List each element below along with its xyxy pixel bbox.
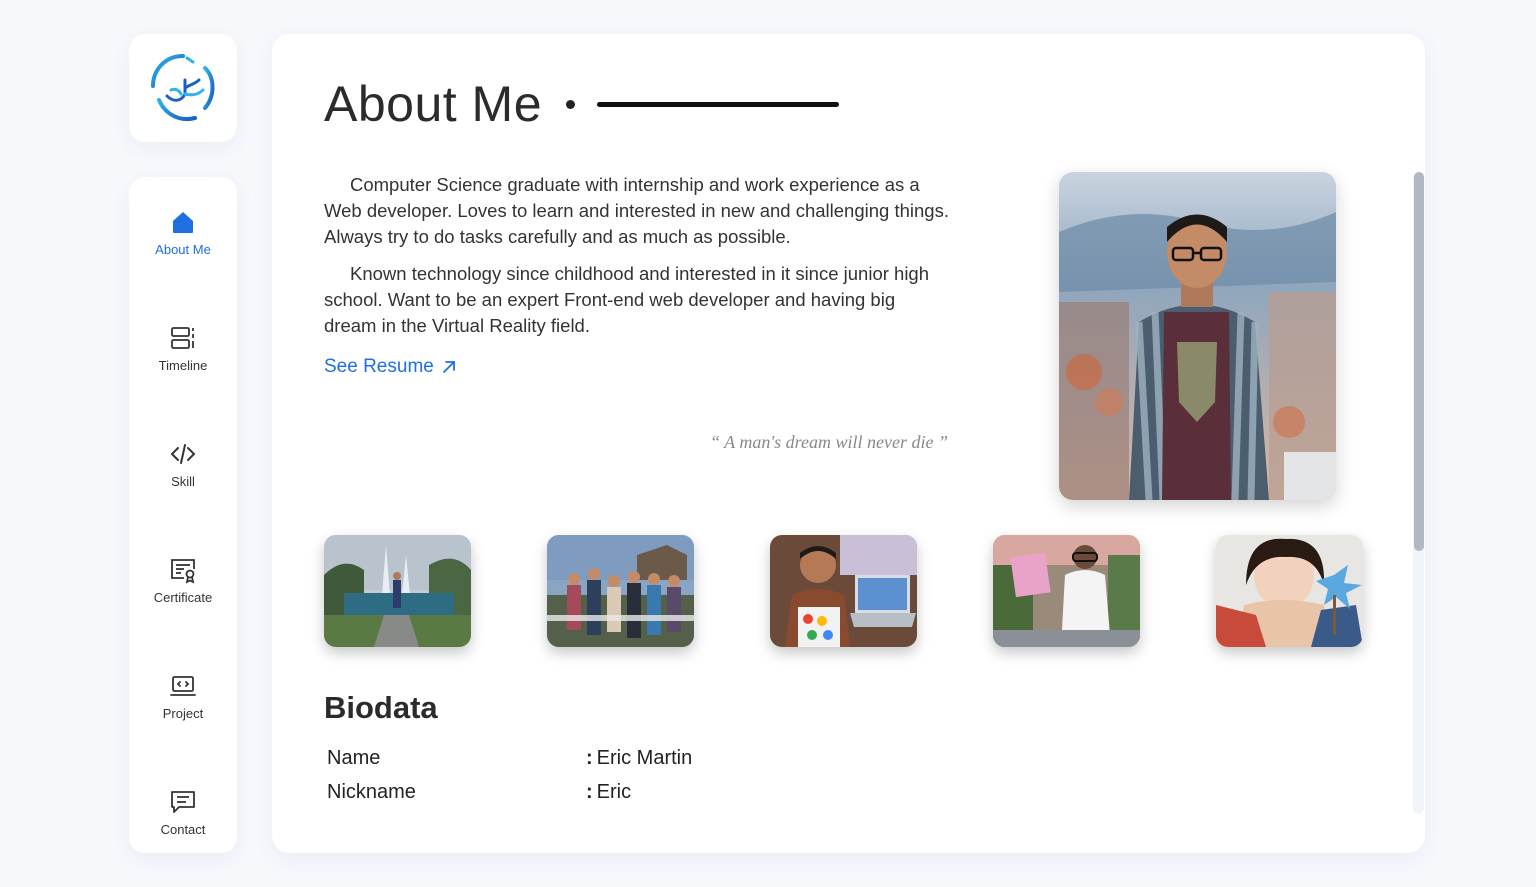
arrow-up-right-icon	[442, 361, 455, 373]
nav-label: Skill	[171, 473, 195, 489]
see-resume-link[interactable]: See Resume	[324, 356, 456, 378]
biodata-value: Eric Martin	[596, 747, 693, 769]
nav-label: Contact	[160, 821, 206, 837]
nav-item-timeline[interactable]: Timeline	[129, 313, 237, 383]
nav-item-contact[interactable]: Contact	[129, 777, 237, 847]
logo-card[interactable]	[129, 34, 237, 142]
title-row: About Me	[324, 74, 840, 134]
see-resume-label: See Resume	[324, 356, 434, 377]
about-paragraph-1: Computer Science graduate with internshi…	[324, 174, 949, 247]
biodata-value: Eric	[596, 781, 632, 803]
tree-circle-logo-icon	[151, 54, 215, 121]
sidebar-nav: About Me Timeline Skill Certificate Proj…	[129, 177, 237, 853]
certificate-icon	[171, 558, 195, 584]
gallery-photo-1[interactable]	[324, 535, 471, 647]
nav-label: About Me	[155, 241, 211, 257]
gallery-photo-2[interactable]	[547, 535, 694, 647]
home-icon	[173, 211, 193, 233]
gallery-photo-3[interactable]	[770, 535, 917, 647]
gallery-photo-4[interactable]	[993, 535, 1140, 647]
biodata-title: Biodata	[324, 690, 438, 725]
chat-icon	[171, 790, 195, 813]
biodata-colon: :	[586, 781, 593, 803]
biodata-row-name: Name : Eric Martin	[327, 747, 692, 770]
quote: “ A man's dream will never die ”	[709, 432, 948, 452]
profile-photo	[1059, 172, 1336, 500]
biodata-key: Name	[327, 747, 381, 769]
biodata-colon: :	[586, 747, 593, 769]
title-dot-decoration	[566, 99, 576, 109]
scrollbar-thumb[interactable]	[1414, 172, 1424, 551]
biodata-key: Nickname	[327, 781, 416, 803]
laptop-code-icon	[170, 675, 196, 696]
nav-item-skill[interactable]: Skill	[129, 429, 237, 499]
timeline-icon	[171, 326, 194, 349]
code-icon	[170, 443, 196, 464]
nav-item-project[interactable]: Project	[129, 661, 237, 731]
about-paragraph-2: Known technology since childhood and int…	[324, 263, 930, 336]
nav-label: Certificate	[153, 589, 213, 605]
title-underline-decoration	[597, 101, 840, 107]
biodata-row-nickname: Nickname : Eric	[327, 781, 631, 804]
nav-label: Project	[162, 705, 204, 721]
nav-item-certificate[interactable]: Certificate	[129, 545, 237, 615]
nav-label: Timeline	[158, 357, 208, 373]
nav-item-about-me[interactable]: About Me	[129, 197, 237, 267]
about-me-panel: About Me Computer Science graduate with …	[272, 34, 1425, 853]
gallery-photo-5[interactable]	[1216, 535, 1363, 647]
page-title: About Me	[324, 76, 543, 132]
